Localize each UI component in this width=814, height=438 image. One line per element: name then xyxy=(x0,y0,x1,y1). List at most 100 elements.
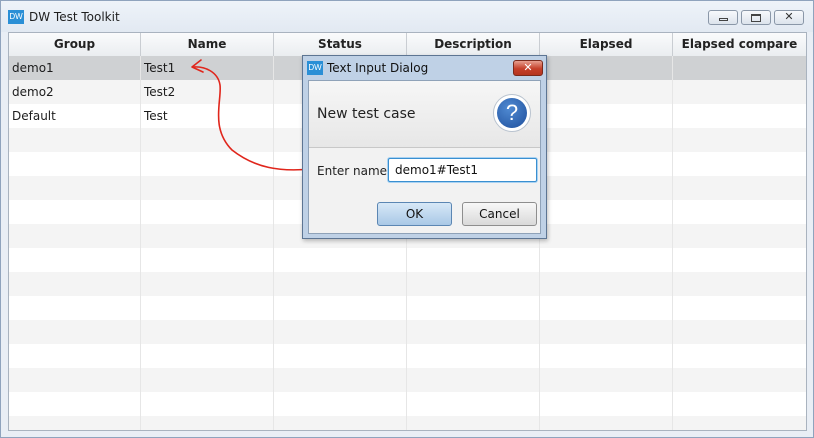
cell-status xyxy=(274,320,407,344)
cell-elapsed xyxy=(540,296,673,320)
table-row-empty[interactable] xyxy=(9,344,806,368)
maximize-button[interactable] xyxy=(741,10,771,25)
dialog-header: New test case ? xyxy=(309,81,540,148)
cell-name xyxy=(141,200,274,224)
column-header-name[interactable]: Name xyxy=(141,33,274,56)
cell-status xyxy=(274,368,407,392)
cell-elapsed-compare xyxy=(673,344,806,368)
column-header-status[interactable]: Status xyxy=(274,33,407,56)
title-bar[interactable]: DW DW Test Toolkit ✕ xyxy=(1,1,813,32)
cell-group xyxy=(9,152,141,176)
table-header: Group Name Status Description Elapsed El… xyxy=(9,33,806,57)
cell-group xyxy=(9,392,141,416)
cell-group xyxy=(9,272,141,296)
cell-elapsed xyxy=(540,128,673,152)
cell-name xyxy=(141,176,274,200)
cell-name: Test xyxy=(141,104,274,128)
dialog-message: New test case xyxy=(317,106,416,122)
cell-group xyxy=(9,128,141,152)
cell-elapsed-compare xyxy=(673,224,806,248)
table-row-empty[interactable] xyxy=(9,272,806,296)
cell-name xyxy=(141,248,274,272)
cell-elapsed-compare xyxy=(673,296,806,320)
cell-elapsed-compare xyxy=(673,56,806,80)
cell-name: Test2 xyxy=(141,80,274,104)
cell-elapsed-compare xyxy=(673,80,806,104)
cell-elapsed xyxy=(540,392,673,416)
cell-status xyxy=(274,392,407,416)
cell-elapsed-compare xyxy=(673,416,806,430)
close-icon: ✕ xyxy=(784,10,794,23)
cell-status xyxy=(274,272,407,296)
cell-group xyxy=(9,248,141,272)
cell-group xyxy=(9,416,141,430)
cell-elapsed-compare xyxy=(673,176,806,200)
app-icon: DW xyxy=(8,10,24,24)
cell-elapsed-compare xyxy=(673,128,806,152)
cell-elapsed xyxy=(540,224,673,248)
dialog-app-icon: DW xyxy=(307,61,323,75)
table-row-empty[interactable] xyxy=(9,296,806,320)
dialog-body: New test case ? Enter name OK Cancel xyxy=(308,80,541,234)
cell-elapsed-compare xyxy=(673,104,806,128)
column-header-elapsed[interactable]: Elapsed xyxy=(540,33,673,56)
dialog-title: Text Input Dialog xyxy=(327,61,429,75)
cell-elapsed xyxy=(540,56,673,80)
cell-elapsed xyxy=(540,320,673,344)
cell-status xyxy=(274,296,407,320)
table-row-empty[interactable] xyxy=(9,248,806,272)
cell-name xyxy=(141,392,274,416)
question-icon: ? xyxy=(493,94,531,132)
cell-elapsed xyxy=(540,416,673,430)
cell-elapsed xyxy=(540,200,673,224)
cell-group: demo1 xyxy=(9,56,141,80)
cell-group xyxy=(9,224,141,248)
cell-name xyxy=(141,320,274,344)
table-row-empty[interactable] xyxy=(9,416,806,430)
dialog-close-button[interactable]: ✕ xyxy=(513,60,543,76)
cell-description xyxy=(407,392,540,416)
cancel-button[interactable]: Cancel xyxy=(462,202,537,226)
cell-group: demo2 xyxy=(9,80,141,104)
cell-name xyxy=(141,368,274,392)
cell-elapsed xyxy=(540,248,673,272)
column-header-elapsed-compare[interactable]: Elapsed compare xyxy=(673,33,806,56)
cell-elapsed-compare xyxy=(673,392,806,416)
close-button[interactable]: ✕ xyxy=(774,10,804,25)
column-header-description[interactable]: Description xyxy=(407,33,540,56)
cell-status xyxy=(274,344,407,368)
cell-description xyxy=(407,272,540,296)
minimize-button[interactable] xyxy=(708,10,738,25)
cell-group xyxy=(9,176,141,200)
cell-name xyxy=(141,128,274,152)
cell-description xyxy=(407,344,540,368)
window-title: DW Test Toolkit xyxy=(29,10,120,24)
cell-elapsed-compare xyxy=(673,200,806,224)
cell-name: Test1 xyxy=(141,56,274,80)
cell-status xyxy=(274,248,407,272)
cell-elapsed-compare xyxy=(673,272,806,296)
table-row-empty[interactable] xyxy=(9,392,806,416)
cell-group xyxy=(9,368,141,392)
cell-description xyxy=(407,248,540,272)
table-row-empty[interactable] xyxy=(9,320,806,344)
cell-name xyxy=(141,416,274,430)
name-input[interactable] xyxy=(388,158,537,182)
cell-name xyxy=(141,296,274,320)
cell-description xyxy=(407,368,540,392)
column-header-group[interactable]: Group xyxy=(9,33,141,56)
name-field-label: Enter name xyxy=(317,164,388,178)
table-row-empty[interactable] xyxy=(9,368,806,392)
cell-group xyxy=(9,320,141,344)
cell-name xyxy=(141,272,274,296)
ok-button[interactable]: OK xyxy=(377,202,452,226)
cell-name xyxy=(141,152,274,176)
cell-name xyxy=(141,224,274,248)
cell-group: Default xyxy=(9,104,141,128)
cell-elapsed xyxy=(540,368,673,392)
cell-elapsed-compare xyxy=(673,152,806,176)
cell-name xyxy=(141,344,274,368)
cell-elapsed xyxy=(540,80,673,104)
text-input-dialog: DW Text Input Dialog ✕ New test case ? E… xyxy=(302,55,547,239)
cell-elapsed-compare xyxy=(673,320,806,344)
